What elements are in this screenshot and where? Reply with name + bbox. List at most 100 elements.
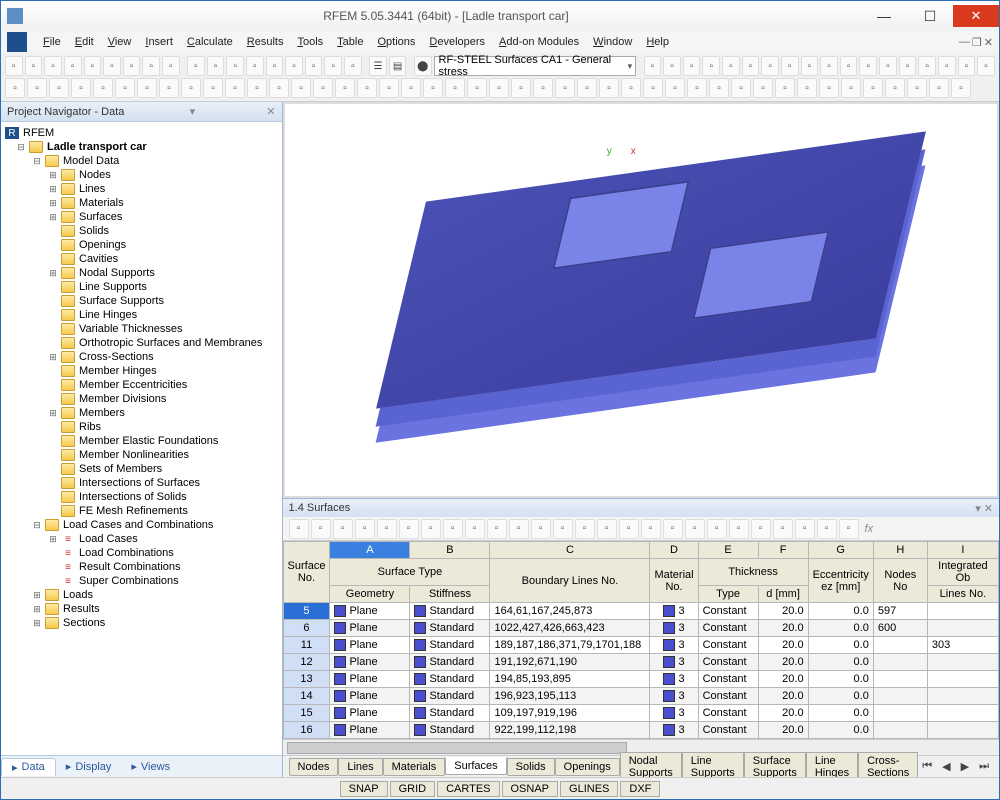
table-tool-button[interactable]: ▫	[619, 519, 639, 539]
tree-item-load-cases[interactable]: ⊞≡Load Cases	[1, 532, 282, 546]
table-tool-button[interactable]: ▫	[575, 519, 595, 539]
toolbar-button[interactable]: ▫	[840, 56, 858, 76]
toolbar-button[interactable]: ▫	[709, 78, 729, 98]
bottom-tab-line hinges[interactable]: Line Hinges	[806, 752, 858, 778]
table-tool-button[interactable]: ▫	[817, 519, 837, 539]
toolbar-button[interactable]: ▫	[357, 78, 377, 98]
toolbar-button[interactable]: ▫	[731, 78, 751, 98]
table-tool-button[interactable]: ▫	[685, 519, 705, 539]
toolbar-button[interactable]: ▫	[324, 56, 342, 76]
toolbar-button[interactable]: ▫	[181, 78, 201, 98]
hdr-d[interactable]: d [mm]	[758, 586, 808, 603]
table-row[interactable]: 16 Plane Standard 922,199,112,198 3 Cons…	[283, 722, 998, 739]
bottom-tab-nodal supports[interactable]: Nodal Supports	[620, 752, 682, 778]
toolbar-button[interactable]: ▫	[644, 56, 662, 76]
tree-item-member-eccentricities[interactable]: Member Eccentricities	[1, 378, 282, 392]
hdr-lines[interactable]: Lines No.	[927, 586, 998, 603]
toolbar-button[interactable]: ▫	[187, 56, 205, 76]
tree-item-intersections-of-solids[interactable]: Intersections of Solids	[1, 490, 282, 504]
toolbar-button[interactable]: ▫	[335, 78, 355, 98]
tree-item-member-hinges[interactable]: Member Hinges	[1, 364, 282, 378]
tree-item-variable-thicknesses[interactable]: Variable Thicknesses	[1, 322, 282, 336]
toolbar-button[interactable]: ▫	[159, 78, 179, 98]
hdr-type[interactable]: Type	[698, 586, 758, 603]
menu-developers[interactable]: Developers	[423, 34, 491, 50]
tree-item-loads[interactable]: ⊞Loads	[1, 588, 282, 602]
toolbar-button[interactable]: ▫	[599, 78, 619, 98]
bottom-tab-openings[interactable]: Openings	[555, 758, 620, 776]
toolbar-button[interactable]: ▫	[775, 78, 795, 98]
toolbar-button[interactable]: ▫	[899, 56, 917, 76]
tree-item-surface-supports[interactable]: Surface Supports	[1, 294, 282, 308]
toolbar-button[interactable]: ⬤	[414, 56, 432, 76]
toolbar-button[interactable]: ▫	[423, 78, 443, 98]
table-tool-button[interactable]: ▫	[751, 519, 771, 539]
table-tool-button[interactable]: ▫	[531, 519, 551, 539]
toolbar-button[interactable]: ▫	[305, 56, 323, 76]
toolbar-button[interactable]: ▫	[25, 56, 43, 76]
toolbar-button[interactable]: ▫	[285, 56, 303, 76]
menu-tools[interactable]: Tools	[291, 34, 329, 50]
toolbar-button[interactable]: ▫	[247, 78, 267, 98]
toolbar-button[interactable]: ▫	[820, 56, 838, 76]
hdr-material[interactable]: Material No.	[650, 559, 698, 603]
status-glines[interactable]: GLINES	[560, 781, 618, 797]
toolbar-button[interactable]: ▫	[577, 78, 597, 98]
toolbar-button[interactable]: ▫	[859, 56, 877, 76]
table-tool-button[interactable]: ▫	[707, 519, 727, 539]
toolbar-button[interactable]: ▫	[401, 78, 421, 98]
tree-item-nodal-supports[interactable]: ⊞Nodal Supports	[1, 266, 282, 280]
nav-tab-display[interactable]: ▸Display	[56, 758, 122, 775]
col-h[interactable]: H	[873, 542, 927, 559]
table-row[interactable]: 15 Plane Standard 109,197,919,196 3 Cons…	[283, 705, 998, 722]
table-tool-button[interactable]: ▫	[289, 519, 309, 539]
toolbar-button[interactable]: ▫	[5, 56, 23, 76]
table-tool-button[interactable]: ▫	[399, 519, 419, 539]
3d-viewport[interactable]: x y z	[285, 104, 997, 496]
toolbar-button[interactable]: ▫	[918, 56, 936, 76]
toolbar-button[interactable]: ▫	[643, 78, 663, 98]
col-surface-no[interactable]: Surface No.	[283, 542, 330, 603]
mdi-minimize[interactable]: —	[959, 36, 970, 49]
tree-item-intersections-of-surfaces[interactable]: Intersections of Surfaces	[1, 476, 282, 490]
table-row[interactable]: 13 Plane Standard 194,85,193,895 3 Const…	[283, 671, 998, 688]
tree-item-member-nonlinearities[interactable]: Member Nonlinearities	[1, 448, 282, 462]
table-row[interactable]: 14 Plane Standard 196,923,195,113 3 Cons…	[283, 688, 998, 705]
table-tool-button[interactable]: ▫	[509, 519, 529, 539]
toolbar-button[interactable]: ▫	[533, 78, 553, 98]
tree-item-load-combinations[interactable]: ≡Load Combinations	[1, 546, 282, 560]
toolbar-button[interactable]: ▫	[863, 78, 883, 98]
col-c[interactable]: C	[490, 542, 650, 559]
bottom-tab-lines[interactable]: Lines	[338, 758, 382, 776]
toolbar-button[interactable]: ▫	[225, 78, 245, 98]
toolbar-button[interactable]: ▫	[71, 78, 91, 98]
table-tool-button[interactable]: ▫	[421, 519, 441, 539]
toolbar-button[interactable]: ▫	[27, 78, 47, 98]
toolbar-button[interactable]: ▫	[313, 78, 333, 98]
toolbar-button[interactable]: ▫	[977, 56, 995, 76]
table-tool-button[interactable]: ▫	[465, 519, 485, 539]
tree-item-surfaces[interactable]: ⊞Surfaces	[1, 210, 282, 224]
bottom-tab-surfaces[interactable]: Surfaces	[445, 757, 506, 775]
tree-item-sets-of-members[interactable]: Sets of Members	[1, 462, 282, 476]
tab-nav-arrows[interactable]: ⏮◀▶⏭	[918, 760, 993, 773]
table-row[interactable]: 11 Plane Standard 189,187,186,371,79,170…	[283, 637, 998, 654]
menu-results[interactable]: Results	[241, 34, 290, 50]
menu-calculate[interactable]: Calculate	[181, 34, 239, 50]
tree-item-results[interactable]: ⊞Results	[1, 602, 282, 616]
toolbar-button[interactable]: ▫	[44, 56, 62, 76]
status-grid[interactable]: GRID	[390, 781, 436, 797]
bottom-tab-nodes[interactable]: Nodes	[289, 758, 339, 776]
tree-item-lines[interactable]: ⊞Lines	[1, 182, 282, 196]
toolbar-button[interactable]: ▫	[929, 78, 949, 98]
hdr-boundary[interactable]: Boundary Lines No.	[490, 559, 650, 603]
tree-item-nodes[interactable]: ⊞Nodes	[1, 168, 282, 182]
col-a[interactable]: A	[330, 542, 410, 559]
tree-load-cases-group[interactable]: ⊟Load Cases and Combinations	[1, 518, 282, 532]
hdr-surface-type[interactable]: Surface Type	[330, 559, 490, 586]
toolbar-button[interactable]: ▫	[687, 78, 707, 98]
tree-item-materials[interactable]: ⊞Materials	[1, 196, 282, 210]
toolbar-button[interactable]: ▫	[797, 78, 817, 98]
navigator-tree[interactable]: RRFEM ⊟Ladle transport car ⊟Model Data ⊞…	[1, 122, 282, 755]
table-tool-button[interactable]: ▫	[553, 519, 573, 539]
